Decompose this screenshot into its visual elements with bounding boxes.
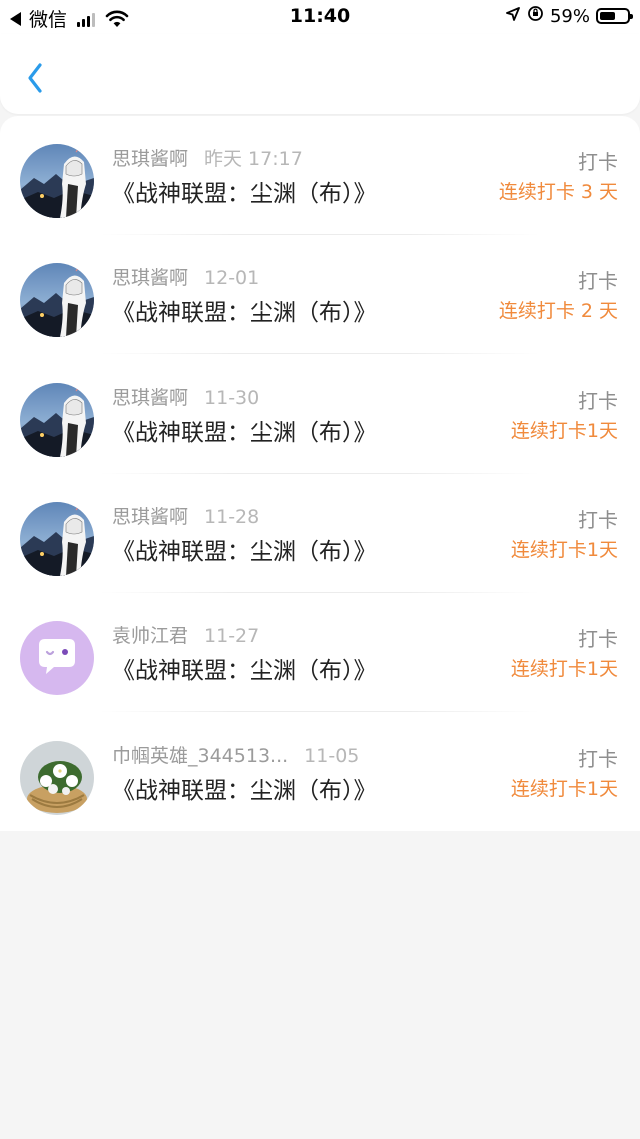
row-divider bbox=[100, 711, 540, 712]
checkin-time: 11-27 bbox=[204, 625, 260, 647]
battery-level bbox=[600, 12, 615, 20]
back-button[interactable] bbox=[14, 52, 58, 96]
checkin-time: 昨天 17:17 bbox=[204, 148, 303, 170]
user-meta: 思琪酱啊 昨天 17:17 bbox=[112, 144, 303, 171]
checkin-record-list: 思琪酱啊 昨天 17:17 《战神联盟：尘渊（布）》 打卡 连续打卡 3 天 思琪… bbox=[0, 116, 640, 831]
user-meta: 巾帼英雄_344513... 11-05 bbox=[112, 741, 359, 768]
row-divider bbox=[100, 353, 540, 354]
checkin-time: 11-05 bbox=[304, 745, 360, 767]
checkin-label: 打卡 bbox=[578, 269, 618, 293]
book-title[interactable]: 《战神联盟：尘渊（布）》 bbox=[112, 293, 377, 327]
checkin-label: 打卡 bbox=[578, 627, 618, 651]
checkin-time: 11-28 bbox=[204, 506, 260, 528]
streak-text: 连续打卡1天 bbox=[510, 658, 618, 680]
user-name[interactable]: 思琪酱啊 bbox=[112, 267, 188, 289]
user-meta: 思琪酱啊 11-30 bbox=[112, 383, 259, 410]
checkin-time: 12-01 bbox=[204, 267, 260, 289]
flower-basket-avatar[interactable] bbox=[20, 741, 94, 815]
orientation-lock-icon bbox=[527, 5, 544, 27]
checkin-label: 打卡 bbox=[578, 508, 618, 532]
streak-text: 连续打卡1天 bbox=[510, 778, 618, 800]
checkin-record-row[interactable]: 思琪酱啊 11-30 《战神联盟：尘渊（布）》 打卡 连续打卡1天 bbox=[0, 355, 640, 474]
checkin-record-row[interactable]: 思琪酱啊 11-28 《战神联盟：尘渊（布）》 打卡 连续打卡1天 bbox=[0, 474, 640, 593]
checkin-record-row[interactable]: 巾帼英雄_344513... 11-05 《战神联盟：尘渊（布）》 打卡 连续打卡… bbox=[0, 713, 640, 832]
anime-night-avatar[interactable] bbox=[20, 502, 94, 576]
battery-percent: 59% bbox=[549, 5, 590, 27]
book-title[interactable]: 《战神联盟：尘渊（布）》 bbox=[112, 413, 377, 447]
user-meta: 思琪酱啊 12-01 bbox=[112, 263, 259, 290]
chevron-left-icon[interactable] bbox=[14, 52, 58, 96]
checkin-label: 打卡 bbox=[578, 389, 618, 413]
user-meta: 思琪酱啊 11-28 bbox=[112, 502, 259, 529]
checkin-record-row[interactable]: 袁帅江君 11-27 《战神联盟：尘渊（布）》 打卡 连续打卡1天 bbox=[0, 593, 640, 712]
user-name[interactable]: 思琪酱啊 bbox=[112, 387, 188, 409]
anime-night-avatar[interactable] bbox=[20, 383, 94, 457]
user-name[interactable]: 思琪酱啊 bbox=[112, 148, 188, 170]
status-right: 59% bbox=[505, 5, 633, 27]
book-title[interactable]: 《战神联盟：尘渊（布）》 bbox=[112, 532, 377, 566]
anime-night-avatar[interactable] bbox=[20, 144, 94, 218]
book-title[interactable]: 《战神联盟：尘渊（布）》 bbox=[112, 651, 377, 685]
location-arrow-icon bbox=[505, 6, 521, 27]
user-name[interactable]: 袁帅江君 bbox=[112, 625, 188, 647]
book-title[interactable]: 《战神联盟：尘渊（布）》 bbox=[112, 174, 377, 208]
streak-text: 连续打卡 2 天 bbox=[498, 300, 618, 322]
status-bar: 微信 11:40 59% bbox=[0, 0, 640, 34]
anime-night-avatar[interactable] bbox=[20, 263, 94, 337]
user-name[interactable]: 思琪酱啊 bbox=[112, 506, 188, 528]
checkin-label: 打卡 bbox=[578, 747, 618, 771]
checkin-label: 打卡 bbox=[578, 150, 618, 174]
checkin-record-row[interactable]: 思琪酱啊 昨天 17:17 《战神联盟：尘渊（布）》 打卡 连续打卡 3 天 bbox=[0, 116, 640, 235]
checkin-record-row[interactable]: 思琪酱啊 12-01 《战神联盟：尘渊（布）》 打卡 连续打卡 2 天 bbox=[0, 235, 640, 354]
checkin-time: 11-30 bbox=[204, 387, 260, 409]
user-name[interactable]: 巾帼英雄_344513... bbox=[112, 745, 288, 767]
streak-text: 连续打卡1天 bbox=[510, 420, 618, 442]
streak-text: 连续打卡1天 bbox=[510, 539, 618, 561]
book-title[interactable]: 《战神联盟：尘渊（布）》 bbox=[112, 771, 377, 805]
streak-text: 连续打卡 3 天 bbox=[498, 181, 618, 203]
user-meta: 袁帅江君 11-27 bbox=[112, 621, 259, 648]
battery-icon bbox=[596, 8, 633, 24]
chat-bubble-avatar[interactable] bbox=[20, 621, 94, 695]
navigation-bar bbox=[0, 34, 640, 114]
